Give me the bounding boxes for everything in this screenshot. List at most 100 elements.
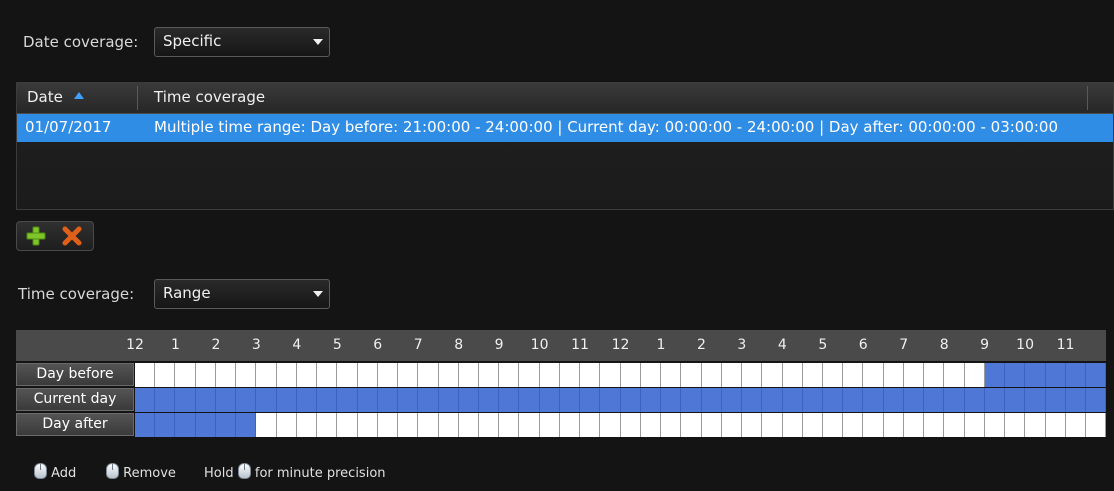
time-slot[interactable] <box>742 413 763 437</box>
time-slot[interactable] <box>276 413 297 437</box>
time-slot[interactable] <box>215 363 237 387</box>
time-slot[interactable] <box>236 388 257 412</box>
time-slot[interactable] <box>600 363 621 387</box>
time-slot[interactable] <box>782 363 803 387</box>
time-slot[interactable] <box>721 413 743 437</box>
time-slot[interactable] <box>418 413 439 437</box>
time-slot[interactable] <box>721 363 743 387</box>
time-slot[interactable] <box>661 363 682 387</box>
time-slot[interactable] <box>499 413 520 437</box>
column-divider[interactable] <box>137 86 138 110</box>
time-slot[interactable] <box>984 363 1006 387</box>
time-slot[interactable] <box>357 413 378 437</box>
time-slot[interactable] <box>175 388 196 412</box>
time-slot[interactable] <box>661 413 682 437</box>
time-slot[interactable] <box>559 413 581 437</box>
time-slot[interactable] <box>1005 388 1026 412</box>
time-slot[interactable] <box>944 413 965 437</box>
time-slot[interactable] <box>721 388 743 412</box>
time-slot[interactable] <box>600 388 621 412</box>
time-slot[interactable] <box>661 388 682 412</box>
time-slot[interactable] <box>1025 388 1046 412</box>
time-slot[interactable] <box>519 363 540 387</box>
time-slot[interactable] <box>640 363 662 387</box>
time-slot[interactable] <box>458 413 479 437</box>
time-slot[interactable] <box>782 413 803 437</box>
time-slot[interactable] <box>478 413 500 437</box>
time-slot[interactable] <box>883 363 904 387</box>
time-slot[interactable] <box>1086 363 1107 387</box>
time-slot[interactable] <box>640 388 662 412</box>
time-slot[interactable] <box>418 363 439 387</box>
time-slot[interactable] <box>296 413 318 437</box>
column-divider[interactable] <box>1087 86 1088 110</box>
time-slot[interactable] <box>155 388 176 412</box>
time-slot[interactable] <box>762 363 783 387</box>
time-slot[interactable] <box>681 413 702 437</box>
time-slot[interactable] <box>195 363 216 387</box>
table-row[interactable]: 01/07/2017 Multiple time range: Day befo… <box>17 114 1113 142</box>
date-coverage-dropdown[interactable]: Specific <box>154 27 330 57</box>
time-slot[interactable] <box>742 388 763 412</box>
time-slot[interactable] <box>1045 413 1066 437</box>
time-slot[interactable] <box>296 388 318 412</box>
time-slot[interactable] <box>762 413 783 437</box>
time-slot[interactable] <box>135 363 156 387</box>
time-slot[interactable] <box>903 413 925 437</box>
time-slot[interactable] <box>458 363 479 387</box>
time-slot[interactable] <box>256 388 277 412</box>
time-slot[interactable] <box>337 388 358 412</box>
time-slot[interactable] <box>499 388 520 412</box>
time-slot[interactable] <box>438 388 459 412</box>
time-slot[interactable] <box>135 413 156 437</box>
time-slot[interactable] <box>377 388 399 412</box>
time-slot[interactable] <box>458 388 479 412</box>
remove-button[interactable] <box>61 225 85 247</box>
time-slot[interactable] <box>843 363 864 387</box>
time-slot[interactable] <box>944 388 965 412</box>
time-slot[interactable] <box>438 413 459 437</box>
time-slot[interactable] <box>1065 413 1087 437</box>
time-slot[interactable] <box>1065 363 1087 387</box>
time-slot[interactable] <box>924 388 945 412</box>
time-slot[interactable] <box>317 388 338 412</box>
time-slot[interactable] <box>1086 413 1107 437</box>
time-slot[interactable] <box>1025 413 1046 437</box>
time-slot[interactable] <box>438 363 459 387</box>
time-slot[interactable] <box>762 388 783 412</box>
time-slot[interactable] <box>822 363 844 387</box>
time-slot[interactable] <box>135 388 156 412</box>
time-slot[interactable] <box>964 413 985 437</box>
time-slot[interactable] <box>883 388 904 412</box>
time-slot[interactable] <box>1086 388 1107 412</box>
time-slot[interactable] <box>640 413 662 437</box>
time-slot[interactable] <box>539 413 560 437</box>
time-slot[interactable] <box>155 413 176 437</box>
add-button[interactable] <box>25 225 49 247</box>
time-slot[interactable] <box>782 388 803 412</box>
time-slot[interactable] <box>155 363 176 387</box>
time-slot[interactable] <box>215 388 237 412</box>
time-slot[interactable] <box>802 413 823 437</box>
time-slot[interactable] <box>802 388 823 412</box>
time-slot[interactable] <box>337 413 358 437</box>
column-header-date[interactable]: Date <box>27 88 84 106</box>
time-slot[interactable] <box>478 363 500 387</box>
time-slot[interactable] <box>195 413 216 437</box>
column-header-time-coverage[interactable]: Time coverage <box>154 88 265 106</box>
time-slot[interactable] <box>964 388 985 412</box>
time-slot[interactable] <box>1025 363 1046 387</box>
time-slot[interactable] <box>883 413 904 437</box>
time-slot[interactable] <box>964 363 985 387</box>
time-slot[interactable] <box>580 363 601 387</box>
time-slot[interactable] <box>580 413 601 437</box>
time-slot[interactable] <box>600 413 621 437</box>
time-slot[interactable] <box>863 363 884 387</box>
time-slot[interactable] <box>1005 363 1026 387</box>
time-slot[interactable] <box>822 388 844 412</box>
time-slot[interactable] <box>681 388 702 412</box>
time-slot[interactable] <box>256 413 277 437</box>
time-slot[interactable] <box>236 413 257 437</box>
time-slot[interactable] <box>357 363 378 387</box>
time-slot[interactable] <box>357 388 378 412</box>
